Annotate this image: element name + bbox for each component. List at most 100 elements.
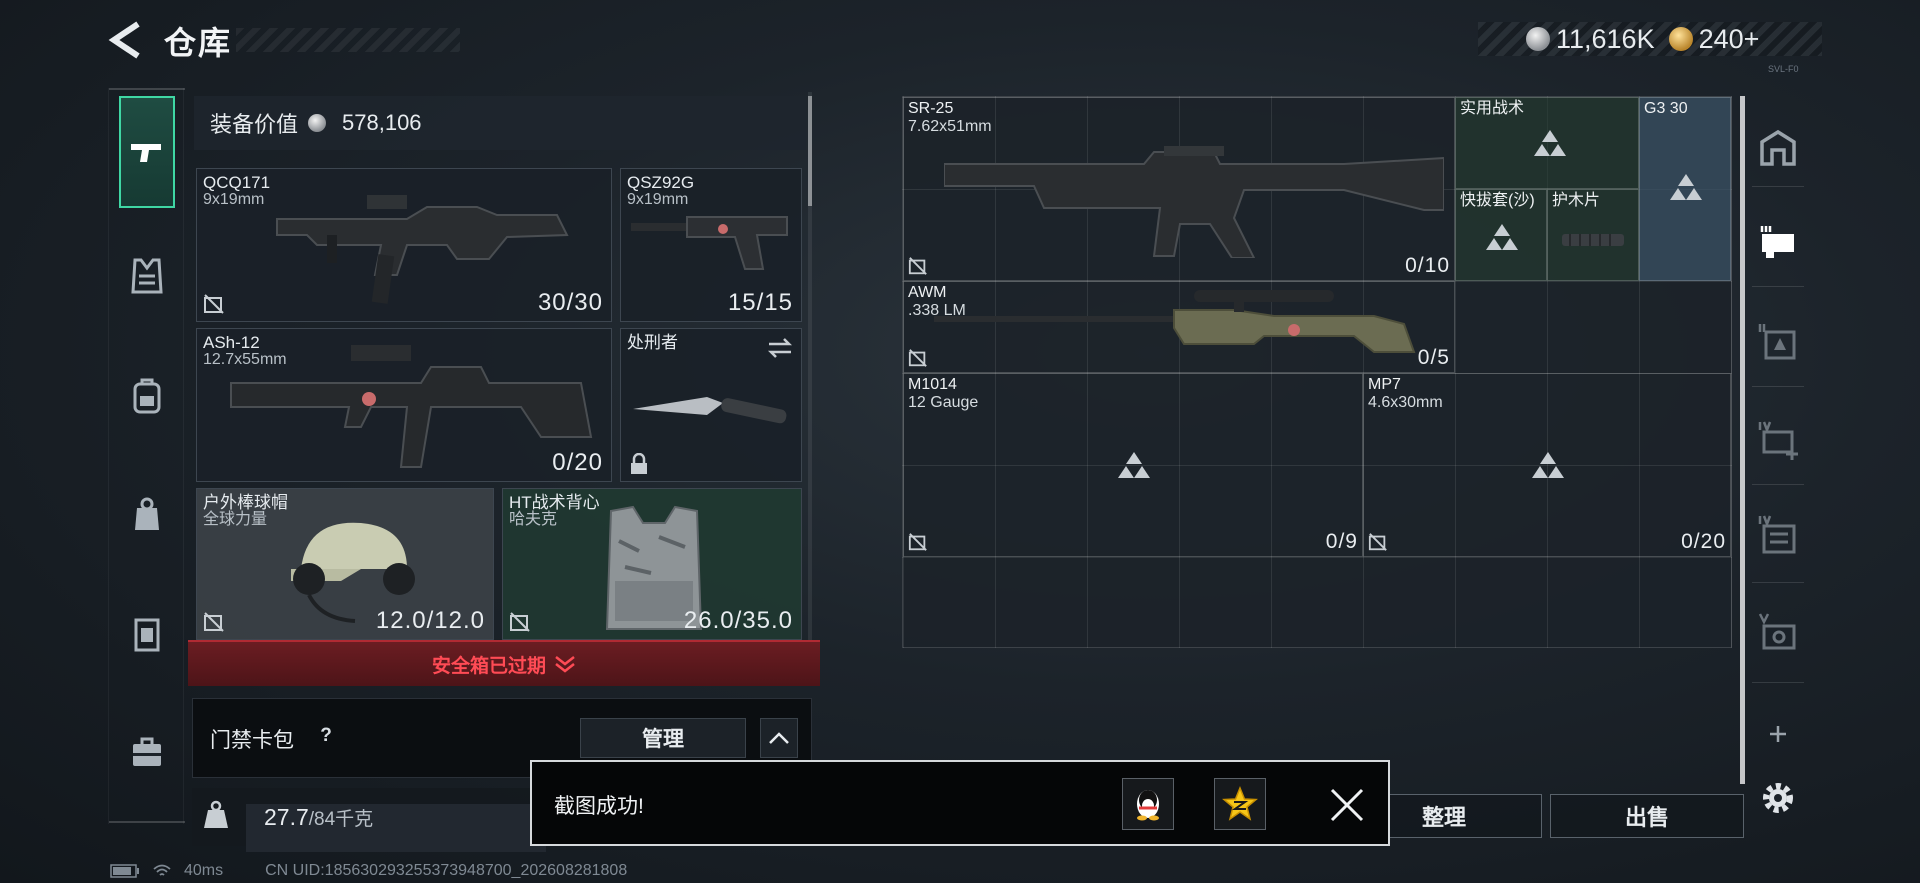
ammo-count: 0/20 (552, 449, 603, 476)
item-name: G3 30 (1644, 100, 1688, 117)
weight-max: /84千克 (308, 809, 374, 830)
ping-readout: 40ms (184, 862, 224, 879)
sidebar-item-home-storage[interactable] (1756, 126, 1800, 170)
helmet-name: 户外棒球帽 (203, 493, 288, 512)
silver-coin-icon (1526, 26, 1550, 51)
sidebar-divider (1752, 386, 1804, 387)
storage-item-tactical[interactable]: 实用战术 (1455, 97, 1639, 189)
no-mod-icon (510, 612, 530, 632)
pistol-slot[interactable]: QSZ92G 9x19mm 15/15 (620, 168, 802, 322)
sidebar-item-storage-4b[interactable] (1756, 514, 1800, 558)
storage-item-awm[interactable]: AWM .338 LM 0/5 (903, 281, 1455, 373)
sidebar-item-armor[interactable] (119, 248, 175, 304)
storage-item-m1014[interactable]: M1014 12 Gauge 0/9 (903, 373, 1363, 557)
ammo-count: 15/15 (727, 289, 793, 316)
storage-item-sr25[interactable]: SR-25 7.62x51mm 0/10 (903, 97, 1455, 281)
weapon-name: QSZ92G (627, 173, 695, 192)
battery-icon (110, 864, 139, 878)
share-qq-button[interactable] (1122, 778, 1174, 830)
back-arrow-icon (108, 21, 140, 59)
safebox-expired-banner[interactable]: 安全箱已过期 (188, 640, 820, 686)
toast-message: 截图成功! (554, 795, 644, 818)
close-button[interactable] (1322, 780, 1372, 830)
sell-button[interactable]: 出售 (1550, 794, 1744, 838)
safebox-icon (134, 618, 160, 652)
no-mod-icon (908, 533, 927, 551)
durability: 26.0/35.0 (683, 607, 793, 634)
placeholder-icon (1534, 130, 1566, 156)
settings-button[interactable] (1756, 776, 1800, 820)
sidebar-item-chest-rig[interactable] (119, 488, 175, 544)
melee-slot[interactable]: 处刑者 (620, 328, 802, 482)
no-mod-icon (204, 612, 224, 632)
sidebar-item-storage-4a[interactable] (1756, 418, 1800, 462)
pistol-image (631, 216, 788, 270)
manage-button[interactable]: 管理 (580, 718, 746, 758)
sidebar-item-safebox[interactable] (119, 606, 175, 662)
sidebar-item-storage-2[interactable] (1756, 320, 1800, 364)
currency-display: 11,616K 240+ (1478, 22, 1822, 56)
equipment-value-amount: 578,106 (342, 110, 422, 135)
gold-amount: 240+ (1698, 23, 1760, 54)
ammo-type: 7.62x51mm (908, 118, 992, 135)
item-name: 快拔套(沙) (1460, 192, 1535, 209)
smg-image (276, 195, 569, 304)
gold-coin-icon (1668, 26, 1693, 51)
sidebar-divider (1752, 186, 1804, 187)
loadout-scrollbar-thumb[interactable] (808, 96, 812, 206)
storage-tier-2-icon (1758, 324, 1796, 360)
chevron-up-icon (769, 732, 789, 744)
ammo-type: 9x19mm (203, 191, 265, 208)
collapse-button[interactable] (760, 718, 798, 758)
ammo-type: .338 LM (908, 302, 966, 319)
storage-add-icon (1758, 421, 1798, 460)
item-name: SR-25 (908, 100, 954, 117)
briefcase-icon (133, 737, 161, 766)
share-qzone-button[interactable] (1214, 778, 1266, 830)
version-tag: SVL-F0 (1768, 64, 1799, 74)
gold-currency[interactable]: 240+ (1668, 23, 1760, 55)
sidebar-item-weapons[interactable] (119, 96, 175, 208)
ammo-count: 0/20 (1681, 530, 1726, 553)
sidebar-item-backpack[interactable] (119, 368, 175, 424)
weapon-name: 处刑者 (627, 333, 678, 352)
sidebar-divider (1752, 484, 1804, 485)
primary-weapon-slot[interactable]: QCQ171 9x19mm 30/30 (196, 168, 612, 322)
uid-readout: CN UID:18563029325537394870​0_2026082818… (265, 862, 628, 879)
back-button[interactable] (108, 20, 144, 60)
status-bar: 40ms CN UID:18563029325537394870​0_20260… (110, 862, 627, 880)
page-title: 仓库 (164, 25, 233, 61)
placeholder-icon (1670, 174, 1702, 200)
vest-icon (131, 258, 163, 294)
swap-icon[interactable] (767, 337, 793, 359)
helmet-brand: 全球力量 (203, 511, 268, 528)
helmet-slot[interactable]: 户外棒球帽 全球力量 12.0/12.0 (196, 488, 494, 640)
knife-image (633, 397, 787, 424)
add-storage-button[interactable] (1756, 712, 1800, 756)
weight-current: 27.7 (264, 804, 309, 830)
penguin-icon (1137, 790, 1159, 821)
sidebar-item-storage-5[interactable] (1756, 612, 1800, 656)
title-decoration (236, 28, 460, 52)
storage-item-mp7[interactable]: MP7 4.6x30mm 0/20 (1363, 373, 1731, 557)
sidebar-item-toolbox[interactable] (119, 724, 175, 780)
item-name: MP7 (1368, 376, 1401, 393)
storage-scrollbar[interactable] (1740, 96, 1745, 784)
secondary-weapon-slot[interactable]: ASh-12 12.7x55mm 0/20 (196, 328, 612, 482)
storage-item-holster[interactable]: 快拔套(沙) (1455, 189, 1547, 281)
item-name: M1014 (908, 376, 957, 393)
item-name: 护木片 (1552, 192, 1601, 209)
help-icon[interactable]: ? (312, 722, 340, 750)
equipment-value: 装备价值 578,106 (194, 96, 806, 150)
gear-icon (1763, 783, 1793, 813)
storage-item-handguard[interactable]: 护木片 (1547, 189, 1639, 281)
storage-item-g3[interactable]: G3 30 (1639, 97, 1731, 281)
armor-slot[interactable]: HT战术背心 哈夫克 26.0/35.0 (502, 488, 802, 640)
sidebar-item-storage-3[interactable] (1756, 220, 1800, 264)
keycard-bag-label: 门禁卡包 (210, 729, 294, 752)
ammo-count: 30/30 (537, 289, 603, 316)
ammo-type: 12.7x55mm (203, 351, 287, 368)
storage-grid[interactable]: SR-25 7.62x51mm 0/10 实用战术 G3 30 快拔套(沙) 护… (902, 96, 1732, 648)
weapon-name: QCQ171 (203, 173, 271, 192)
placeholder-icon (1486, 224, 1518, 250)
